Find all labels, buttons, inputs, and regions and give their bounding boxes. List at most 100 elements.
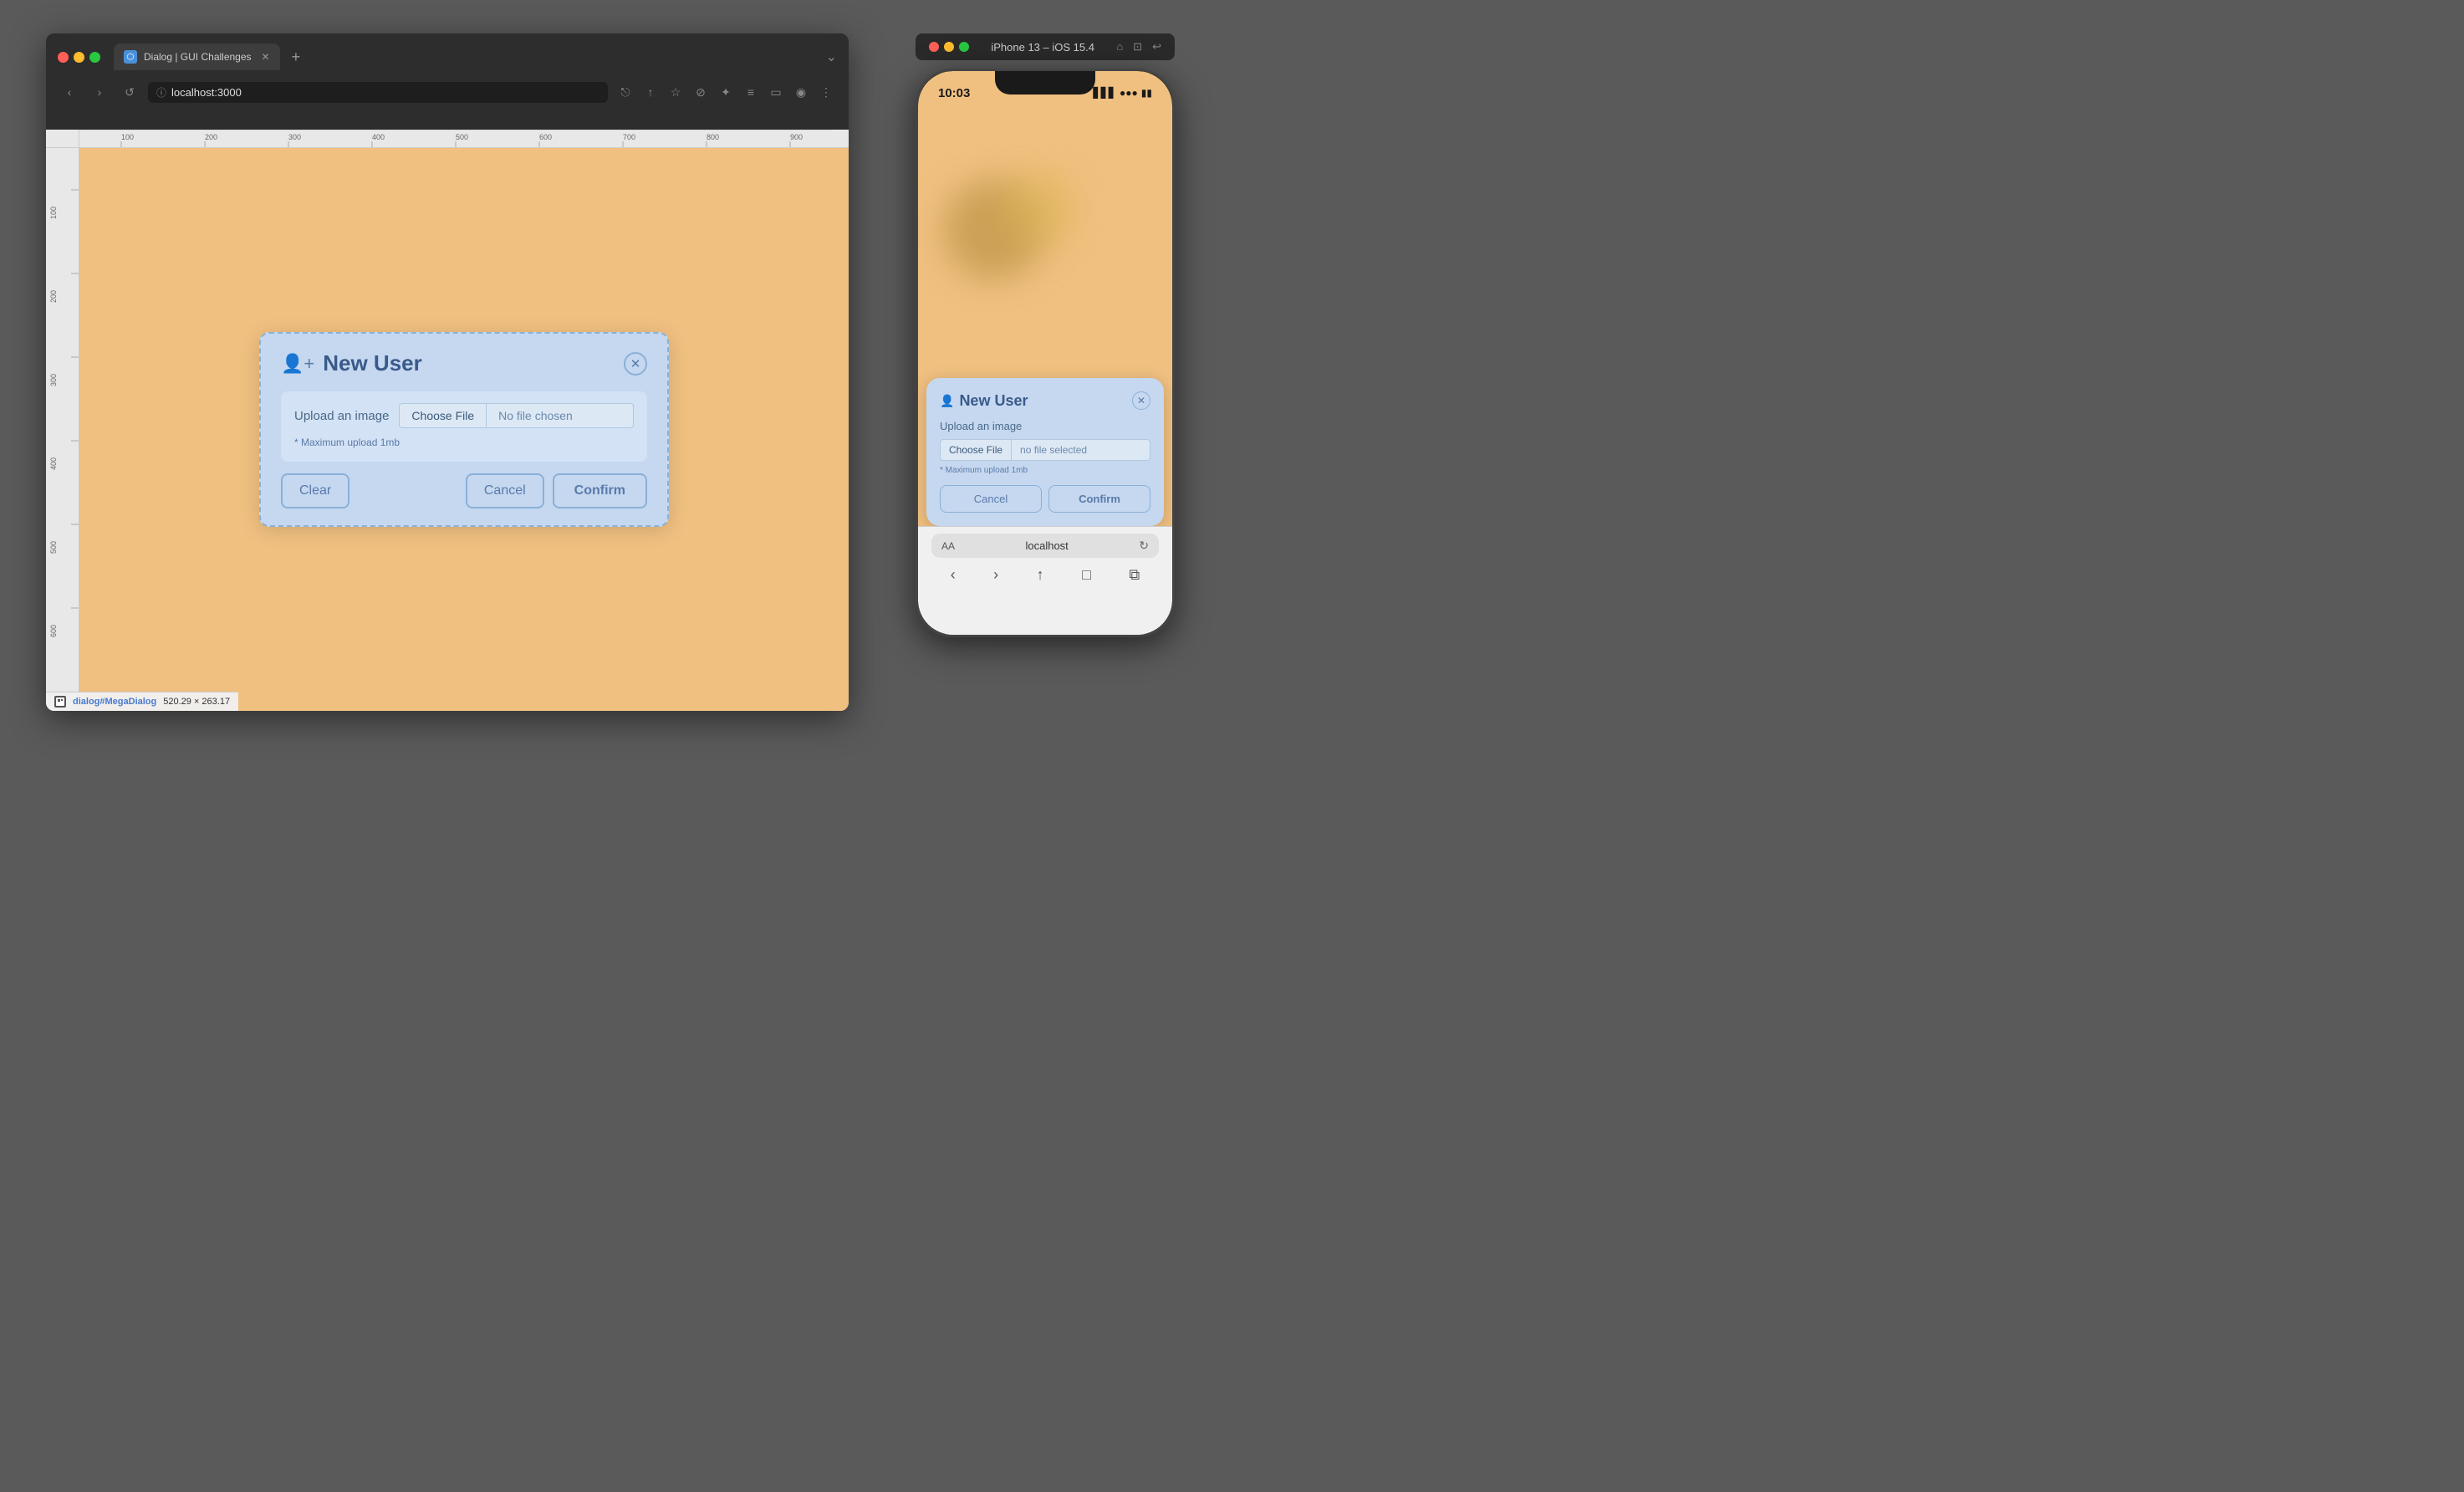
browser-toolbar: ‹ › ↺ ⓘ localhost:3000 ⎋ ↑ ☆ ⊘ ✦ ≡ ▭ ◉ ⋮ [46,75,849,109]
iphone-dialog-title-area: 👤 New User [940,392,1028,410]
maximize-traffic-light[interactable] [89,52,100,63]
iphone-tabs-icon[interactable]: ⧉ [1129,566,1140,584]
dialog-footer: Clear Cancel Confirm [281,473,647,508]
svg-text:200: 200 [205,133,217,141]
svg-text:600: 600 [49,625,58,637]
desktop-browser: ⬡ Dialog | GUI Challenges ✕ + ⌄ ‹ › ↺ ⓘ … [46,33,849,711]
window-expand-icon[interactable]: ⌄ [826,49,837,65]
iphone-url-text: localhost [1025,539,1068,552]
iphone-file-row: Choose File no file selected [940,439,1150,461]
iphone-section: iPhone 13 – iOS 15.4 ⌂ ⊡ ↩ 10:03 ▋▋▋ ●●●… [916,33,1175,1492]
iphone-min-light[interactable] [944,42,954,52]
minimize-traffic-light[interactable] [74,52,84,63]
svg-text:700: 700 [623,133,635,141]
svg-text:100: 100 [49,207,58,219]
browser-statusbar: dialog#MegaDialog 520.29 × 263.17 [46,692,238,711]
iphone-toolbar: iPhone 13 – iOS 15.4 ⌂ ⊡ ↩ [916,33,1175,60]
svg-text:600: 600 [539,133,552,141]
iphone-close-light[interactable] [929,42,939,52]
puzzle-icon[interactable]: ✦ [715,81,737,103]
dialog-overlay: 👤+ New User ✕ Upload an image Choose Fil… [79,148,849,711]
profile-icon[interactable]: ◉ [790,81,812,103]
shield-icon[interactable]: ⊘ [690,81,712,103]
iphone-choose-file-button[interactable]: Choose File [940,439,1012,461]
svg-text:500: 500 [49,541,58,554]
iphone-screenshot-icon[interactable]: ⊡ [1133,40,1142,54]
url-text: localhost:3000 [171,86,242,99]
dialog-header: 👤+ New User ✕ [281,350,647,376]
iphone-url-bar[interactable]: AA localhost ↻ [931,534,1159,558]
iphone-cancel-button[interactable]: Cancel [940,485,1042,513]
iphone-no-file-label: no file selected [1012,439,1150,461]
refresh-button[interactable]: ↺ [118,80,141,104]
iphone-device-label: iPhone 13 – iOS 15.4 [991,41,1094,54]
svg-text:200: 200 [49,290,58,303]
upload-hint: * Maximum upload 1mb [294,437,400,448]
upload-row: Upload an image Choose File No file chos… [294,403,634,428]
upload-label: Upload an image [294,409,389,423]
tab-title: Dialog | GUI Challenges [144,51,252,63]
confirm-button[interactable]: Confirm [553,473,647,508]
iphone-confirm-button[interactable]: Confirm [1048,485,1150,513]
user-add-icon: 👤+ [281,353,314,375]
new-tab-button[interactable]: + [292,49,301,66]
iphone-forward-icon[interactable]: › [993,566,998,584]
status-selector: dialog#MegaDialog [73,697,156,707]
traffic-lights [58,52,100,63]
svg-text:900: 900 [790,133,803,141]
no-file-label: No file chosen [487,403,634,428]
browser-content: 100 200 300 400 500 600 700 800 900 [46,130,849,711]
iphone-status-icons: ▋▋▋ ●●● ▮▮ [1093,87,1152,99]
choose-file-button[interactable]: Choose File [399,403,487,428]
address-bar[interactable]: ⓘ localhost:3000 [148,82,608,103]
list-icon[interactable]: ≡ [740,81,762,103]
iphone-max-light[interactable] [959,42,969,52]
close-traffic-light[interactable] [58,52,69,63]
iphone-home-icon[interactable]: ⌂ [1116,40,1123,54]
new-user-dialog: 👤+ New User ✕ Upload an image Choose Fil… [259,332,669,527]
iphone-dialog-header: 👤 New User ✕ [940,391,1150,410]
iphone-time: 10:03 [938,86,970,100]
menu-icon[interactable]: ⋮ [815,81,837,103]
cast-icon[interactable]: ⎋ [615,81,636,103]
iphone-upload-hint: * Maximum upload 1mb [940,466,1150,475]
bookmark-icon[interactable]: ☆ [665,81,686,103]
dialog-close-button[interactable]: ✕ [624,352,647,376]
iphone-share-icon[interactable]: ↑ [1037,566,1044,584]
clear-button[interactable]: Clear [281,473,349,508]
cancel-button[interactable]: Cancel [466,473,544,508]
svg-text:300: 300 [288,133,301,141]
forward-button[interactable]: › [88,80,111,104]
svg-text:100: 100 [121,133,134,141]
iphone-screen: 10:03 ▋▋▋ ●●● ▮▮ 👤 New User [918,71,1172,635]
iphone-dialog: 👤 New User ✕ Upload an image Choose File… [926,378,1164,526]
status-dimensions: 520.29 × 263.17 [163,697,230,707]
svg-text:800: 800 [707,133,719,141]
tab-close-button[interactable]: ✕ [262,51,270,63]
toolbar-actions: ⎋ ↑ ☆ ⊘ ✦ ≡ ▭ ◉ ⋮ [615,81,837,103]
back-button[interactable]: ‹ [58,80,81,104]
browser-tab[interactable]: ⬡ Dialog | GUI Challenges ✕ [114,43,280,70]
tab-favicon: ⬡ [124,50,137,64]
iphone-dialog-title: New User [959,392,1028,410]
ruler-corner [46,130,79,148]
iphone-notch [995,71,1095,95]
iphone-upload-label: Upload an image [940,420,1150,432]
iphone-back-icon[interactable]: ‹ [951,566,956,584]
iphone-rotate-icon[interactable]: ↩ [1152,40,1161,54]
iphone-refresh-icon[interactable]: ↻ [1139,539,1149,553]
ruler-left: 100 200 300 400 500 600 [46,148,79,711]
share-icon[interactable]: ↑ [640,81,661,103]
dialog-title: New User [323,350,422,376]
iphone-bookmarks-icon[interactable]: □ [1082,566,1091,584]
svg-text:400: 400 [372,133,385,141]
dialog-title-area: 👤+ New User [281,350,422,376]
iphone-dialog-footer: Cancel Confirm [940,485,1150,513]
devices-icon[interactable]: ▭ [765,81,787,103]
bg-circle-2 [1002,171,1077,247]
svg-text:400: 400 [49,457,58,470]
iphone-dialog-close-button[interactable]: ✕ [1132,391,1150,410]
iphone-browser-bar: AA localhost ↻ ‹ › ↑ □ ⧉ [918,526,1172,635]
svg-text:300: 300 [49,374,58,386]
ruler-top: 100 200 300 400 500 600 700 800 900 [79,130,849,148]
